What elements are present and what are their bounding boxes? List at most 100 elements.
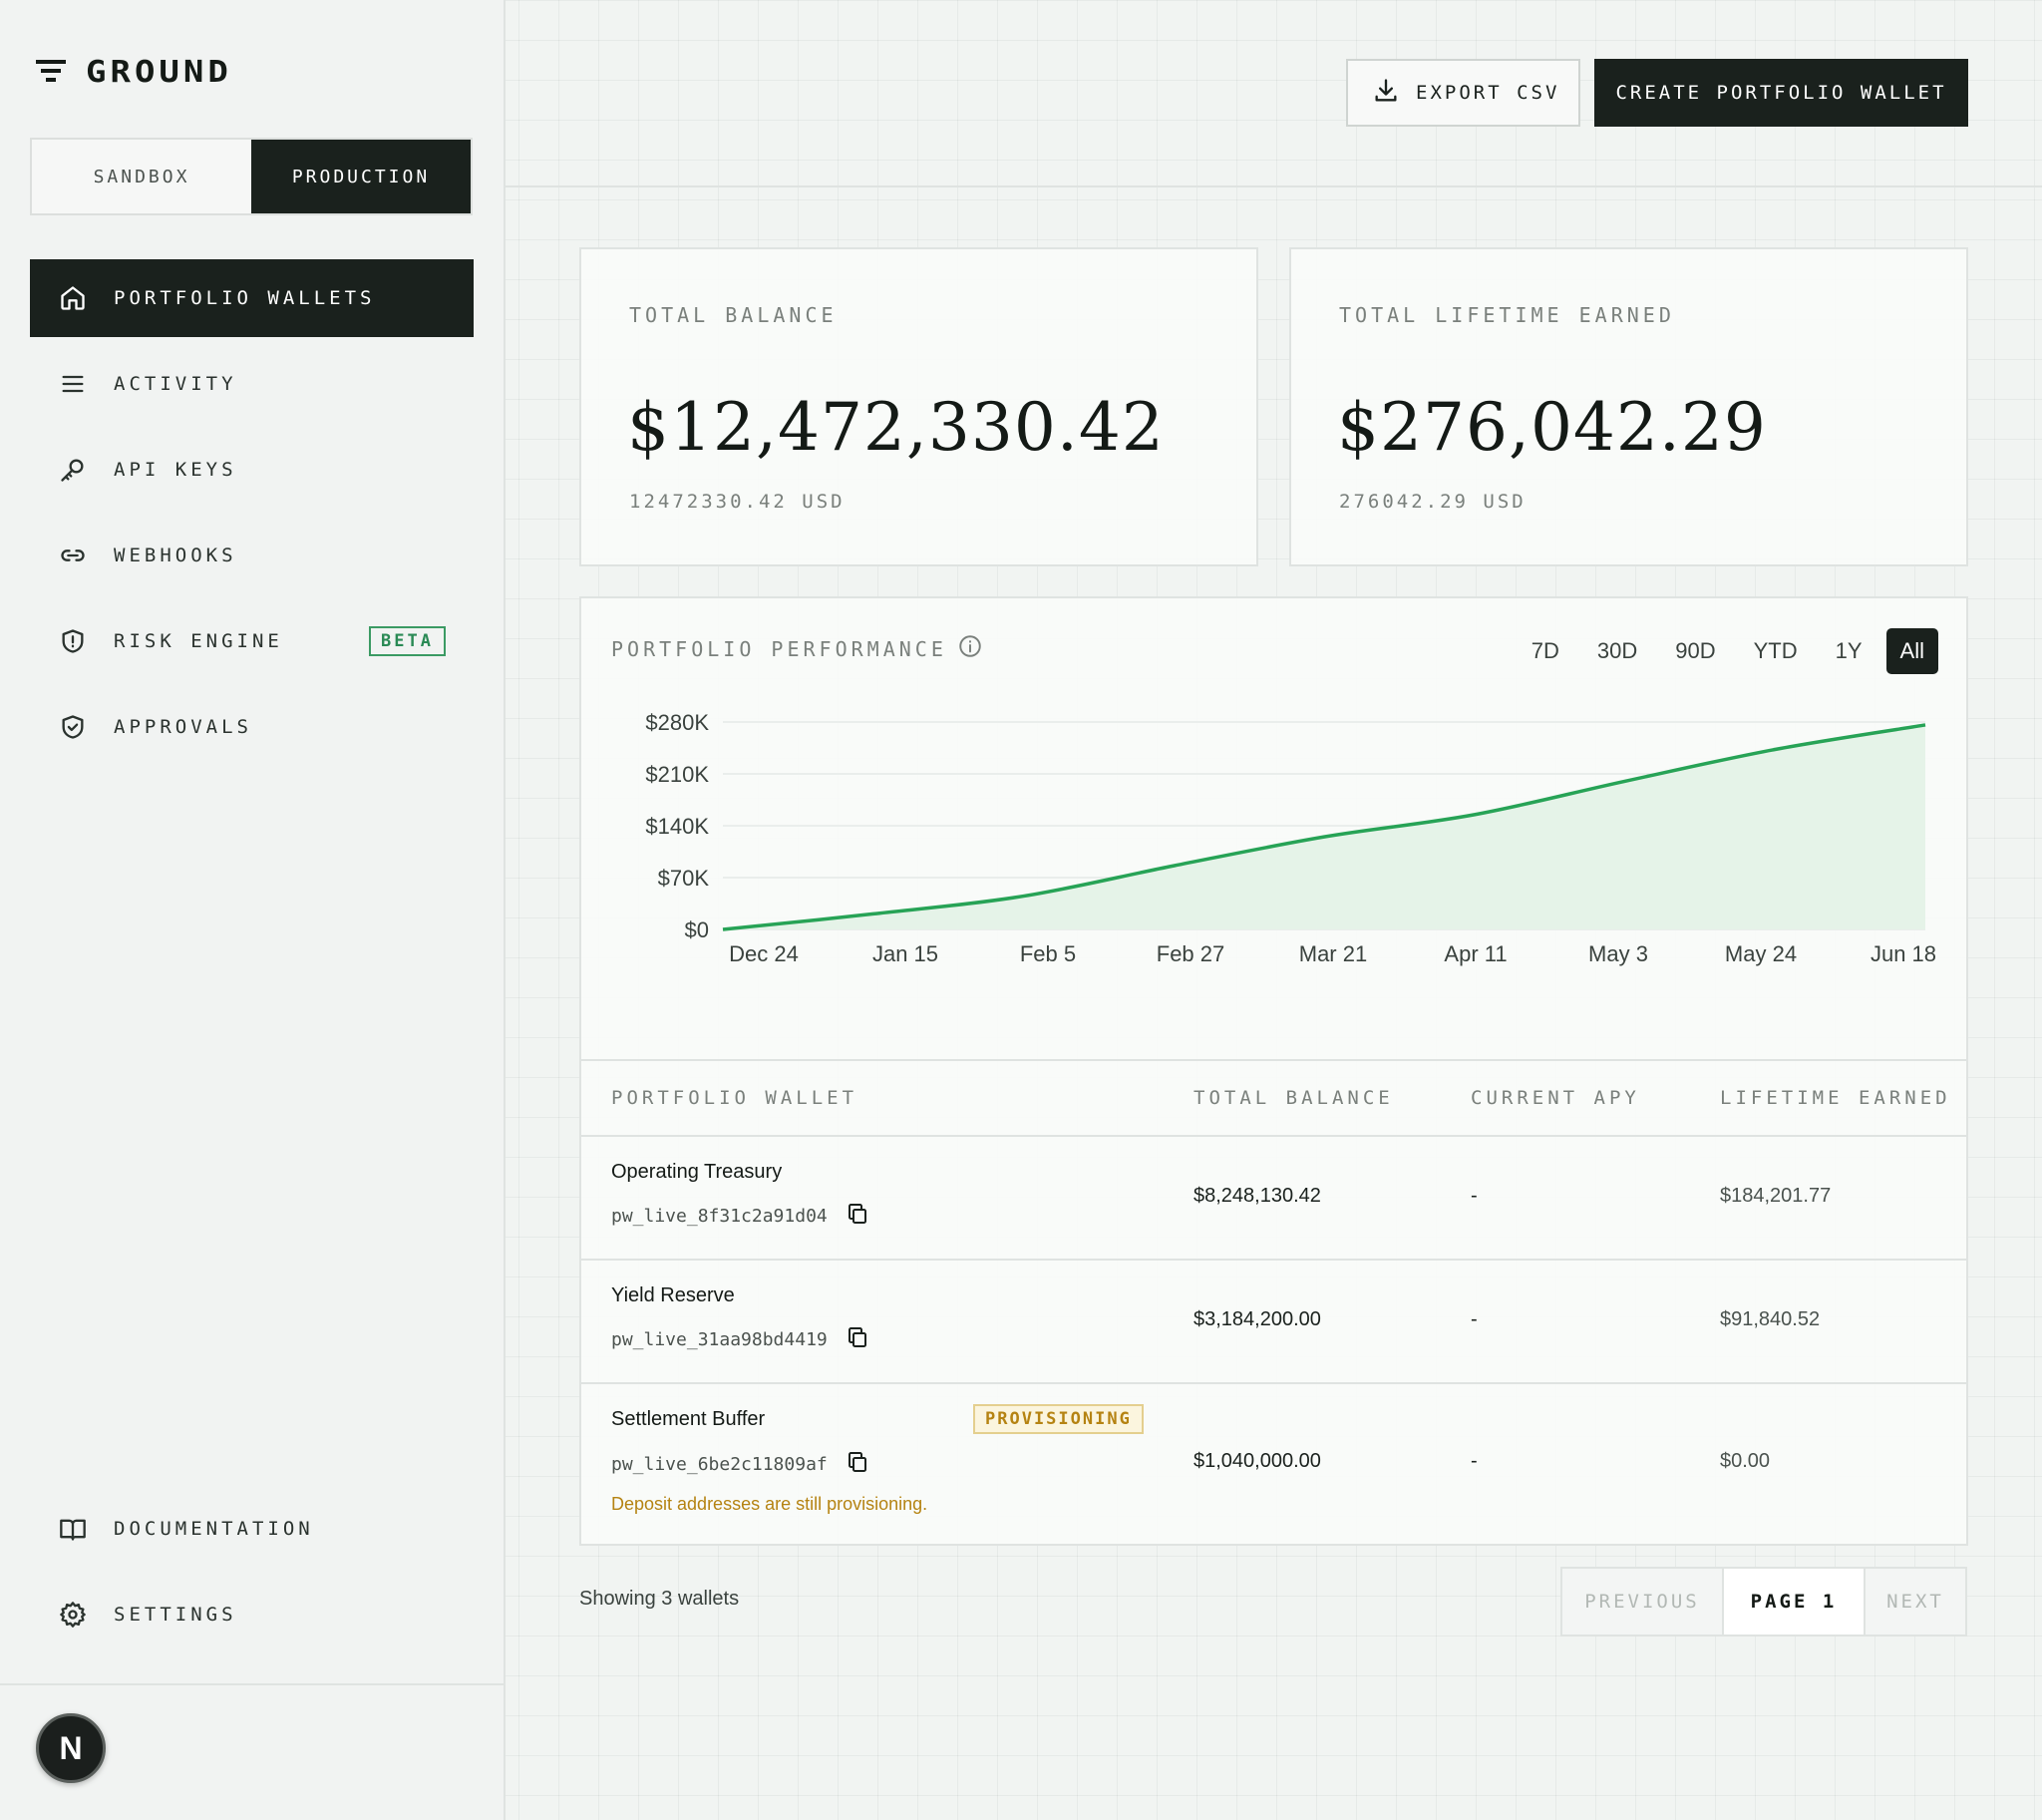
portfolio-performance-card: PORTFOLIO PERFORMANCE 7D 30D 90D YTD 1Y … [579,596,1968,1059]
wallet-apy: - [1471,1185,1478,1207]
wallet-earned: $0.00 [1720,1450,1771,1472]
logo[interactable]: GROUND [36,52,232,92]
x-tick-label: May 3 [1588,941,1648,966]
wallet-earned: $91,840.52 [1720,1308,1821,1330]
wallet-earned: $184,201.77 [1720,1185,1832,1207]
header-portfolio-wallet: PORTFOLIO WALLET [611,1087,858,1109]
x-tick-label: Apr 11 [1444,941,1507,966]
lifetime-earned-card: TOTAL LIFETIME EARNED $276,042.29 276042… [1289,247,1968,566]
wallet-id: pw_live_8f31c2a91d04 [611,1202,869,1231]
range-selector: 7D 30D 90D YTD 1Y All [1508,628,1938,674]
sidebar-item-label: DOCUMENTATION [114,1518,314,1540]
range-7d[interactable]: 7D [1518,628,1573,674]
create-portfolio-wallet-button[interactable]: CREATE PORTFOLIO WALLET [1594,59,1968,127]
copy-icon[interactable] [846,1325,869,1354]
shield-check-icon [58,712,88,742]
beta-badge: BETA [369,626,446,656]
x-tick-label: Feb 5 [1020,941,1076,966]
export-csv-button[interactable]: EXPORT CSV [1346,59,1580,127]
total-balance-label: TOTAL BALANCE [629,303,838,327]
wallet-apy: - [1471,1308,1478,1330]
link-icon [58,541,88,570]
current-page: PAGE 1 [1722,1569,1866,1635]
info-icon[interactable] [957,633,983,664]
wallet-id-text: pw_live_8f31c2a91d04 [611,1206,828,1227]
table-row[interactable]: Yield Reserve pw_live_31aa98bd4419 $3,18… [581,1261,1966,1384]
sidebar-item-documentation[interactable]: DOCUMENTATION [30,1490,474,1568]
range-90d[interactable]: 90D [1661,628,1729,674]
list-icon [58,369,88,399]
total-balance-card: TOTAL BALANCE $12,472,330.42 12472330.42… [579,247,1258,566]
x-tick-label: Dec 24 [729,941,799,966]
sidebar-item-label: ACTIVITY [114,373,237,395]
total-balance-usd: 12472330.42 USD [629,491,846,513]
range-all[interactable]: All [1885,628,1938,674]
sidebar-item-activity[interactable]: ACTIVITY [30,345,474,423]
sidebar-item-portfolio-wallets[interactable]: PORTFOLIO WALLETS [30,259,474,337]
wallet-apy: - [1471,1450,1478,1472]
sidebar-item-label: APPROVALS [114,716,252,738]
table-row[interactable]: Operating Treasury pw_live_8f31c2a91d04 … [581,1137,1966,1261]
sidebar-divider [0,1683,504,1685]
x-tick-label: Jun 18 [1871,941,1936,966]
wallet-name: Operating Treasury [611,1161,783,1183]
sidebar-item-webhooks[interactable]: WEBHOOKS [30,517,474,594]
table-row[interactable]: Settlement Buffer PROVISIONING pw_live_6… [581,1384,1966,1544]
wallet-name: Yield Reserve [611,1284,735,1306]
chart-title-text: PORTFOLIO PERFORMANCE [611,636,947,661]
shield-alert-icon [58,626,88,656]
logo-mark-icon [36,58,68,86]
y-tick-label: $280K [645,710,709,735]
sidebar-item-label: PORTFOLIO WALLETS [114,287,376,309]
y-tick-label: $0 [685,917,709,942]
wallet-id-text: pw_live_6be2c11809af [611,1454,828,1475]
provisioning-badge: PROVISIONING [973,1404,1144,1434]
header-total-balance: TOTAL BALANCE [1193,1087,1394,1109]
lifetime-earned-value: $276,042.29 [1337,389,1767,466]
environment-toggle: SANDBOX PRODUCTION [30,138,473,215]
y-tick-label: $140K [645,814,709,839]
wallet-balance: $8,248,130.42 [1193,1185,1321,1207]
env-sandbox-button[interactable]: SANDBOX [32,140,251,213]
y-tick-label: $70K [658,866,710,891]
sidebar-item-approvals[interactable]: APPROVALS [30,688,474,766]
x-tick-label: Mar 21 [1299,941,1367,966]
performance-chart: $280K $210K $140K $70K $0 Dec 24 Jan 15 Feb 5 Fe… [645,710,1936,966]
next-page-button[interactable]: NEXT [1866,1569,1965,1635]
home-icon [58,283,88,313]
range-30d[interactable]: 30D [1583,628,1651,674]
wallet-id-text: pw_live_31aa98bd4419 [611,1329,828,1350]
copy-icon[interactable] [846,1202,869,1231]
total-balance-value: $12,472,330.42 [627,389,1165,466]
wallets-table: PORTFOLIO WALLET TOTAL BALANCE CURRENT A… [579,1059,1968,1546]
range-1y[interactable]: 1Y [1822,628,1876,674]
main-nav: PORTFOLIO WALLETS ACTIVITY API KEYS WEBH… [30,259,474,774]
provisioning-note: Deposit addresses are still provisioning… [611,1494,928,1514]
copy-icon[interactable] [846,1450,869,1479]
sidebar-item-label: WEBHOOKS [114,545,237,566]
y-tick-label: $210K [645,762,709,787]
lifetime-earned-label: TOTAL LIFETIME EARNED [1339,303,1675,327]
export-csv-label: EXPORT CSV [1416,82,1560,104]
secondary-nav: DOCUMENTATION SETTINGS [30,1490,474,1661]
wallet-id: pw_live_6be2c11809af [611,1450,869,1479]
sidebar-item-risk-engine[interactable]: RISK ENGINE BETA [30,602,474,680]
wallet-balance: $1,040,000.00 [1193,1450,1321,1472]
x-tick-label: May 24 [1725,941,1797,966]
sidebar-item-api-keys[interactable]: API KEYS [30,431,474,509]
pagination: PREVIOUS PAGE 1 NEXT [1560,1567,1967,1637]
lifetime-earned-usd: 276042.29 USD [1339,491,1527,513]
chart-title: PORTFOLIO PERFORMANCE [611,633,983,664]
showing-count: Showing 3 wallets [579,1588,740,1610]
logo-text: GROUND [86,54,232,90]
avatar[interactable]: N [36,1713,106,1783]
env-production-button[interactable]: PRODUCTION [251,140,471,213]
sidebar: GROUND SANDBOX PRODUCTION PORTFOLIO WALL… [0,0,506,1820]
gear-icon [58,1600,88,1630]
range-ytd[interactable]: YTD [1740,628,1812,674]
wallet-balance: $3,184,200.00 [1193,1308,1321,1330]
header-divider [506,185,2042,187]
header-current-apy: CURRENT APY [1471,1087,1640,1109]
previous-page-button[interactable]: PREVIOUS [1562,1569,1722,1635]
sidebar-item-settings[interactable]: SETTINGS [30,1576,474,1653]
